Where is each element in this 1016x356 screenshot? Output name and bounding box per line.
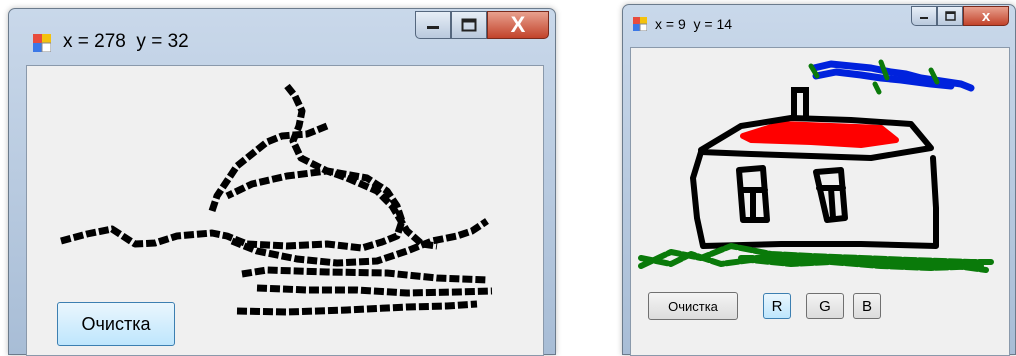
drawing-window-1: x = 278 y = 32 X Очистка	[8, 8, 556, 356]
title-bar[interactable]: x = 9 y = 14 x	[623, 5, 1015, 47]
close-button[interactable]: x	[963, 6, 1009, 26]
drawing-area[interactable]: Очистка R G B	[630, 47, 1010, 356]
close-icon: x	[981, 7, 991, 25]
caption-buttons: x	[911, 6, 1009, 26]
minimize-button[interactable]	[911, 6, 937, 26]
maximize-icon	[461, 18, 477, 32]
minimize-icon	[920, 17, 928, 19]
maximize-button[interactable]	[451, 11, 487, 39]
close-button[interactable]: X	[487, 11, 549, 39]
title-bar[interactable]: x = 278 y = 32 X	[9, 9, 555, 65]
color-green-button[interactable]: G	[806, 293, 844, 319]
color-blue-button[interactable]: B	[853, 293, 881, 319]
wall-outline	[690, 149, 939, 249]
minimize-icon	[427, 26, 439, 29]
chimney	[791, 87, 809, 118]
windows-forms-app-icon	[633, 17, 647, 31]
roof-red	[740, 121, 899, 148]
drawing-window-2: x = 9 y = 14 x Очистка R G B	[622, 4, 1016, 356]
maximize-icon	[944, 11, 956, 21]
window-title: x = 278 y = 32	[63, 31, 189, 52]
stroke-5	[241, 266, 488, 284]
maximize-button[interactable]	[937, 6, 963, 26]
color-red-button[interactable]: R	[763, 293, 791, 319]
drawing-area[interactable]: Очистка	[26, 65, 544, 356]
window-right	[813, 167, 848, 223]
caption-buttons: X	[415, 11, 549, 39]
minimize-button[interactable]	[415, 11, 451, 39]
window-left	[736, 165, 770, 223]
close-icon: X	[510, 12, 526, 37]
stroke-4	[230, 218, 489, 267]
stroke-6	[256, 284, 493, 297]
clear-button[interactable]: Очистка	[57, 302, 175, 346]
windows-forms-app-icon	[33, 34, 51, 52]
window-title: x = 9 y = 14	[655, 16, 733, 32]
stroke-2	[284, 83, 438, 250]
clear-button[interactable]: Очистка	[648, 292, 738, 320]
stroke-7	[236, 300, 478, 316]
